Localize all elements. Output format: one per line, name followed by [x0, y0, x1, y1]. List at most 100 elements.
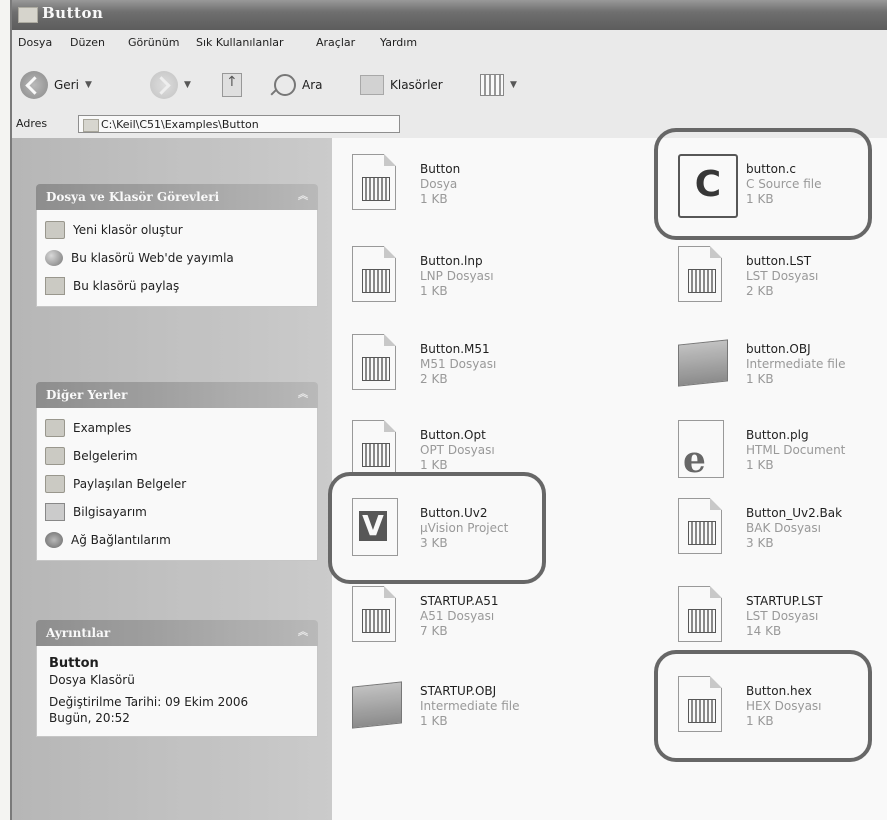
- task-publish-web[interactable]: Bu klasörü Web'de yayımla: [37, 244, 317, 272]
- dropdown-arrow-icon[interactable]: ▼: [510, 80, 517, 90]
- window-title: Button: [42, 4, 104, 22]
- file-item[interactable]: Button.hex HEX Dosyası 1 KB: [678, 676, 887, 748]
- file-item[interactable]: Button.plgHTML Document1 KB: [678, 420, 887, 492]
- dropdown-arrow-icon[interactable]: ▼: [85, 80, 92, 90]
- file-size: 1 KB: [420, 284, 448, 298]
- file-type: Intermediate file: [420, 699, 520, 713]
- menu-tools[interactable]: Araçlar: [316, 36, 355, 49]
- file-size: 2 KB: [746, 284, 774, 298]
- toolbar: Geri ▼ ▼ Ara Klasörler ▼: [12, 58, 887, 113]
- dropdown-arrow-icon[interactable]: ▼: [184, 80, 191, 90]
- file-size: 3 KB: [420, 536, 448, 550]
- views-button[interactable]: ▼: [480, 68, 517, 102]
- back-button[interactable]: Geri ▼: [20, 68, 92, 102]
- place-examples[interactable]: Examples: [37, 414, 317, 442]
- folder-icon: [83, 119, 99, 132]
- panel-header[interactable]: Ayrıntılar ︽: [36, 620, 318, 646]
- file-item[interactable]: STARTUP.OBJ Intermediate file 1 KB: [352, 676, 602, 748]
- file-type: BAK Dosyası: [746, 521, 821, 535]
- explorer-window: Button Dosya Düzen Görünüm Sık Kullanıla…: [10, 0, 887, 820]
- file-item[interactable]: button.LST LST Dosyası 2 KB: [678, 246, 887, 318]
- file-item[interactable]: STARTUP.LST LST Dosyası 14 KB: [678, 586, 887, 658]
- up-button[interactable]: [222, 68, 242, 102]
- menu-help[interactable]: Yardım: [380, 36, 417, 49]
- file-name: button.OBJ: [746, 342, 811, 356]
- folders-icon: [360, 75, 384, 95]
- menu-favorites[interactable]: Sık Kullanılanlar: [196, 36, 284, 49]
- file-type: HEX Dosyası: [746, 699, 822, 713]
- file-name: Button.M51: [420, 342, 490, 356]
- object-file-icon: [352, 681, 402, 729]
- details-modified: Değiştirilme Tarihi: 09 Ekim 2006: [49, 695, 249, 709]
- panel-title: Diğer Yerler: [46, 388, 128, 402]
- place-label: Paylaşılan Belgeler: [73, 477, 187, 491]
- file-size: 1 KB: [420, 458, 448, 472]
- file-item[interactable]: Button.Uv2µVision Project3 KB: [352, 498, 602, 570]
- file-item[interactable]: Button Dosya 1 KB: [352, 154, 602, 226]
- file-text: Button.Uv2 µVision Project 3 KB: [420, 506, 508, 551]
- file-text: STARTUP.LST LST Dosyası 14 KB: [746, 594, 823, 639]
- task-pane: Dosya ve Klasör Görevleri ︽ Yeni klasör …: [12, 138, 332, 820]
- file-item[interactable]: Button.lnp LNP Dosyası 1 KB: [352, 246, 602, 318]
- share-folder-icon: [45, 277, 65, 295]
- file-size: 1 KB: [746, 458, 774, 472]
- file-list: Button Dosya 1 KB Cbutton.c C Source file 1 K…: [328, 128, 887, 820]
- file-grid-glyph: [362, 357, 390, 381]
- menu-edit[interactable]: Düzen: [70, 36, 105, 49]
- file-item[interactable]: Button.M51 M51 Dosyası 2 KB: [352, 334, 602, 406]
- menu-view[interactable]: Görünüm: [128, 36, 179, 49]
- panel-header[interactable]: Dosya ve Klasör Görevleri ︽: [36, 184, 318, 210]
- file-text: Button.hex HEX Dosyası 1 KB: [746, 684, 822, 729]
- details-time: Bugün, 20:52: [49, 711, 130, 725]
- object-file-icon: [678, 339, 728, 387]
- folders-button[interactable]: Klasörler: [360, 68, 443, 102]
- file-grid-glyph: [688, 699, 716, 723]
- html-document-icon: [678, 420, 724, 481]
- file-type: OPT Dosyası: [420, 443, 495, 457]
- search-button[interactable]: Ara: [274, 68, 323, 102]
- collapse-icon[interactable]: ︽: [298, 620, 308, 646]
- collapse-icon[interactable]: ︽: [298, 184, 308, 210]
- file-item[interactable]: Cbutton.c C Source file 1 KB: [678, 154, 887, 226]
- forward-button[interactable]: ▼: [150, 68, 191, 102]
- place-network[interactable]: Ağ Bağlantılarım: [37, 526, 317, 554]
- file-name: Button.Uv2: [420, 506, 488, 520]
- shared-folder-icon: [45, 475, 65, 493]
- task-new-folder[interactable]: Yeni klasör oluştur: [37, 216, 317, 244]
- file-type: HTML Document: [746, 443, 846, 457]
- network-icon: [45, 532, 63, 548]
- collapse-icon[interactable]: ︽: [298, 382, 308, 408]
- file-folder-tasks-panel: Dosya ve Klasör Görevleri ︽ Yeni klasör …: [36, 184, 318, 307]
- file-item[interactable]: Button.Opt OPT Dosyası 1 KB: [352, 420, 602, 492]
- title-bar[interactable]: Button: [12, 0, 887, 30]
- address-field[interactable]: C:\Keil\C51\Examples\Button: [78, 115, 400, 133]
- place-label: Examples: [73, 421, 132, 435]
- menu-file[interactable]: Dosya: [18, 36, 52, 49]
- file-text: button.OBJ Intermediate file 1 KB: [746, 342, 846, 387]
- file-grid-glyph: [688, 609, 716, 633]
- file-size: 1 KB: [746, 372, 774, 386]
- place-shared-documents[interactable]: Paylaşılan Belgeler: [37, 470, 317, 498]
- generic-file-icon: [352, 154, 396, 210]
- file-text: Button.lnp LNP Dosyası 1 KB: [420, 254, 494, 299]
- folder-up-icon: [222, 73, 242, 97]
- file-size: 1 KB: [420, 192, 448, 206]
- file-text: STARTUP.OBJ Intermediate file 1 KB: [420, 684, 520, 729]
- generic-file-icon: [678, 498, 722, 554]
- file-name: STARTUP.A51: [420, 594, 499, 608]
- folders-label: Klasörler: [390, 78, 443, 92]
- file-item[interactable]: STARTUP.A51 A51 Dosyası 7 KB: [352, 586, 602, 658]
- panel-body: Button Dosya Klasörü Değiştirilme Tarihi…: [36, 646, 318, 737]
- panel-title: Dosya ve Klasör Görevleri: [46, 190, 220, 204]
- task-share-folder[interactable]: Bu klasörü paylaş: [37, 272, 317, 300]
- place-my-computer[interactable]: Bilgisayarım: [37, 498, 317, 526]
- place-my-documents[interactable]: Belgelerim: [37, 442, 317, 470]
- file-item[interactable]: button.OBJ Intermediate file 1 KB: [678, 334, 887, 406]
- panel-header[interactable]: Diğer Yerler ︽: [36, 382, 318, 408]
- uvision-project-icon: [352, 498, 398, 556]
- file-item[interactable]: Button_Uv2.Bak BAK Dosyası 3 KB: [678, 498, 887, 570]
- file-name: Button.hex: [746, 684, 812, 698]
- file-type: Dosya: [420, 177, 458, 191]
- file-name: Button: [420, 162, 461, 176]
- computer-icon: [45, 503, 65, 521]
